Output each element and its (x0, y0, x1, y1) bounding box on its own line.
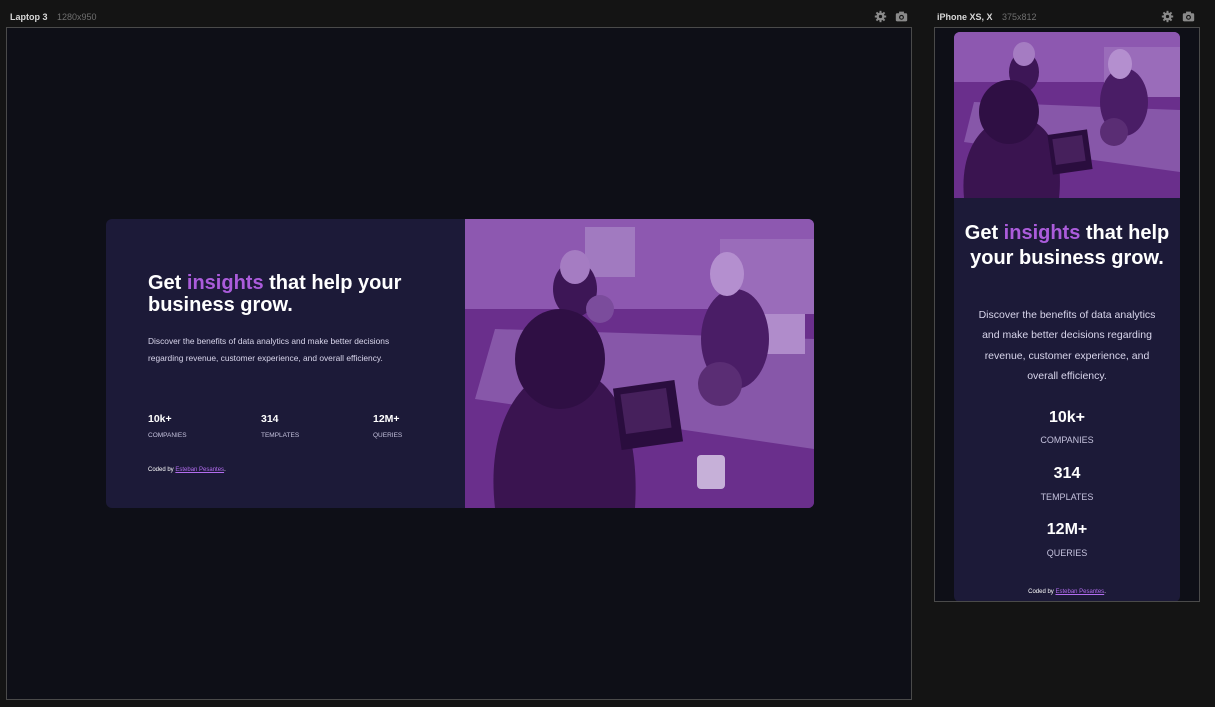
stat-queries-label: QUERIES (373, 432, 403, 439)
hero-image-mobile (954, 32, 1180, 198)
gear-icon[interactable] (874, 10, 887, 23)
stat-templates-value: 314 (261, 413, 279, 425)
phone-preview-frame: Get insights that help your business gro… (934, 27, 1200, 602)
headline-accent-mobile: insights (1003, 222, 1081, 244)
stat-queries-value: 12M+ (373, 413, 400, 425)
laptop-preview-frame: Get insights that help your business gro… (6, 27, 912, 700)
gear-icon[interactable] (1161, 10, 1174, 23)
phone-device-name: iPhone XS, X (937, 12, 993, 22)
stat-queries-label-mobile: QUERIES (1046, 548, 1088, 558)
hero-description: Discover the benefits of data analytics … (148, 336, 390, 363)
stat-templates-label-mobile: TEMPLATES (1040, 492, 1094, 502)
author-link[interactable]: Esteban Pesantes (175, 467, 224, 473)
camera-icon[interactable] (1182, 10, 1195, 23)
camera-icon[interactable] (895, 10, 908, 23)
phone-device-size: 375x812 (1002, 12, 1037, 22)
hero-image (465, 219, 814, 508)
hero-headline-mobile: Get insights that help your business gro… (964, 222, 1170, 269)
stat-companies-label-mobile: COMPANIES (1040, 435, 1094, 445)
stat-templates-label: TEMPLATES (261, 432, 300, 439)
stats-preview-card-mobile: Get insights that help your business gro… (954, 32, 1180, 601)
stats-preview-card: Get insights that help your business gro… (106, 219, 814, 508)
author-link-mobile[interactable]: Esteban Pesantes (1055, 589, 1104, 595)
attribution: Coded by Esteban Pesantes. (148, 467, 226, 473)
stat-companies-value: 10k+ (148, 413, 172, 425)
headline-accent: insights (186, 272, 264, 294)
stat-templates-value-mobile: 314 (1053, 465, 1081, 482)
stat-queries-value-mobile: 12M+ (1046, 521, 1088, 538)
laptop-device-size: 1280x950 (57, 12, 97, 22)
attribution-mobile: Coded by Esteban Pesantes. (1028, 589, 1106, 595)
laptop-device-name: Laptop 3 (10, 12, 48, 22)
stat-companies-value-mobile: 10k+ (1048, 409, 1086, 426)
hero-description-mobile: Discover the benefits of data analytics … (978, 309, 1156, 382)
hero-headline: Get insights that help your business gro… (148, 272, 402, 317)
stat-companies-label: COMPANIES (148, 432, 187, 439)
